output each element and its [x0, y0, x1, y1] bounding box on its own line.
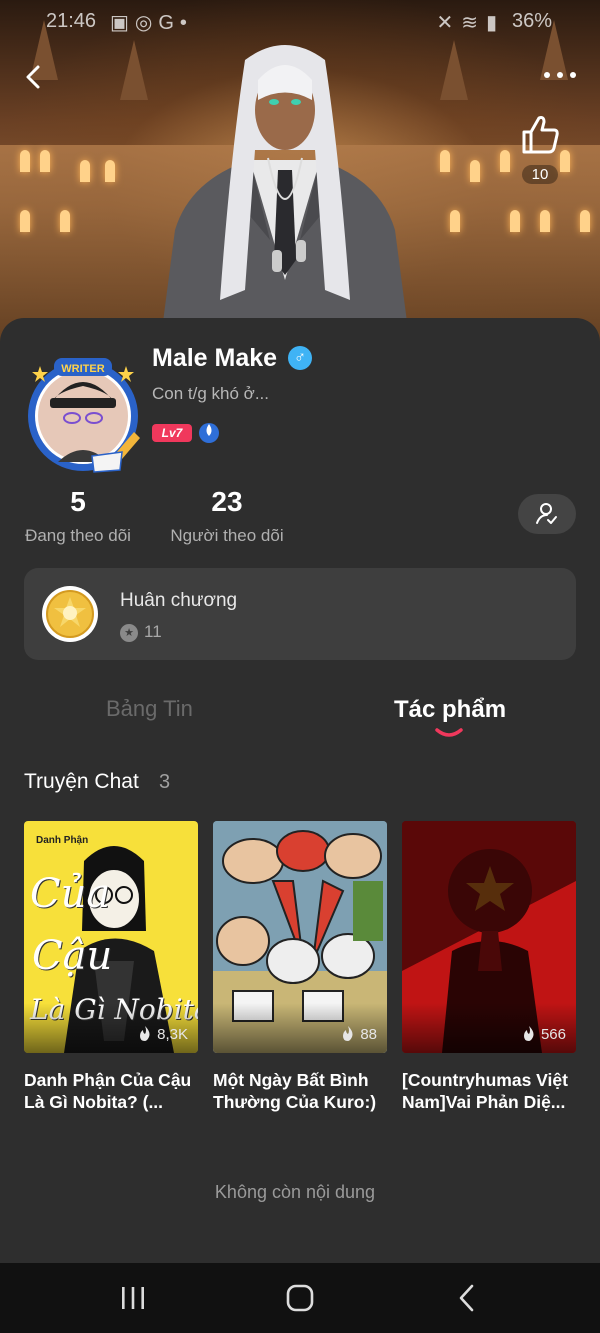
google-icon: G	[158, 12, 180, 34]
story-views: 566	[523, 1026, 566, 1043]
spire	[440, 40, 468, 100]
following-label: Đang theo dõi	[25, 526, 131, 545]
story-title: Một Ngày Bất Bình Thường Của Kuro:)	[213, 1070, 377, 1112]
home-icon[interactable]	[285, 1283, 315, 1313]
more-options-icon[interactable]	[540, 65, 580, 85]
instagram-icon: ◎	[134, 12, 159, 34]
flame-icon	[140, 1026, 150, 1041]
character-illustration	[160, 45, 410, 345]
dot-icon: •	[179, 12, 193, 34]
profile-card: WRITER Male Make ♂ Con t/g khó ở... Lv7 …	[0, 318, 600, 1263]
avatar[interactable]: WRITER	[22, 352, 144, 474]
story-cover: 88	[213, 821, 387, 1053]
header-banner: 21:46 ▣◎G• ✕≋▮ 36% 10	[0, 0, 600, 345]
recent-apps-icon[interactable]	[118, 1283, 148, 1313]
story-cover: Danh Phận Của Cậu Là Gì Nobita? 8,3K	[24, 821, 198, 1053]
like-button[interactable]: 10	[516, 112, 564, 184]
gallery-icon: ▣	[110, 12, 135, 34]
story-card[interactable]: 88 Một Ngày Bất Bình Thường Của Kuro:)	[213, 821, 387, 1113]
writer-badge-text: WRITER	[61, 363, 104, 375]
follow-user-button[interactable]	[518, 494, 576, 534]
followers-stat[interactable]: 23 Người theo dõi	[166, 486, 288, 546]
story-cover: 566	[402, 821, 576, 1053]
user-check-icon	[536, 503, 557, 524]
story-card[interactable]: 566 [Countryhumas Việt Nam]Vai Phản Diệ.…	[402, 821, 576, 1113]
end-of-content-text: Không còn nội dung	[214, 1182, 376, 1202]
tab-works[interactable]: Tác phẩm	[394, 696, 506, 724]
system-back-icon[interactable]	[453, 1283, 483, 1313]
story-card[interactable]: Danh Phận Của Cậu Là Gì Nobita? 8,3K Dan…	[24, 821, 198, 1113]
story-title: Danh Phận Của Cậu Là Gì Nobita? (...	[24, 1070, 192, 1112]
system-nav-bar	[0, 1263, 600, 1333]
active-tab-indicator	[435, 728, 463, 737]
story-views: 88	[342, 1026, 377, 1043]
flame-icon	[523, 1026, 534, 1041]
like-count: 10	[521, 165, 559, 184]
medal-icon	[42, 586, 98, 642]
tab-news-feed[interactable]: Bảng Tin	[106, 696, 193, 722]
profile-name: Male Make	[152, 344, 278, 372]
followers-label: Người theo dõi	[170, 526, 284, 545]
spire	[120, 40, 148, 100]
flame-icon	[343, 1026, 353, 1041]
section-count: 3	[159, 771, 171, 793]
thumbs-up-icon	[522, 116, 559, 154]
profile-bio: Con t/g khó ở...	[152, 384, 269, 403]
signal-icon: ▮	[485, 12, 505, 34]
water-drop-badge-icon[interactable]	[199, 423, 219, 443]
status-time: 21:46	[46, 10, 97, 32]
wifi-icon: ≋	[461, 12, 486, 34]
back-icon[interactable]	[20, 62, 50, 92]
battery-level: 36%	[511, 10, 552, 32]
status-bar: 21:46 ▣◎G• ✕≋▮ 36%	[0, 6, 600, 36]
status-left-icons: ▣◎G•	[110, 10, 193, 35]
section-title: Truyện Chat	[24, 770, 139, 793]
star-icon: ★	[120, 624, 138, 642]
medals-panel[interactable]: Huân chương ★ 11	[24, 568, 576, 660]
following-stat[interactable]: 5 Đang theo dõi	[22, 486, 134, 546]
medals-count: 11	[144, 622, 162, 641]
level-badge[interactable]: Lv7	[152, 424, 192, 442]
medals-title: Huân chương	[120, 590, 238, 611]
following-count: 5	[70, 486, 86, 517]
followers-count: 23	[211, 486, 243, 517]
gender-male-icon: ♂	[288, 346, 312, 370]
medals-count-row: ★ 11	[120, 622, 162, 642]
status-right-icons: ✕≋▮	[436, 10, 505, 35]
story-title: [Countryhumas Việt Nam]Vai Phản Diệ...	[402, 1070, 568, 1112]
story-views: 8,3K	[139, 1026, 188, 1043]
mute-icon: ✕	[436, 12, 462, 34]
